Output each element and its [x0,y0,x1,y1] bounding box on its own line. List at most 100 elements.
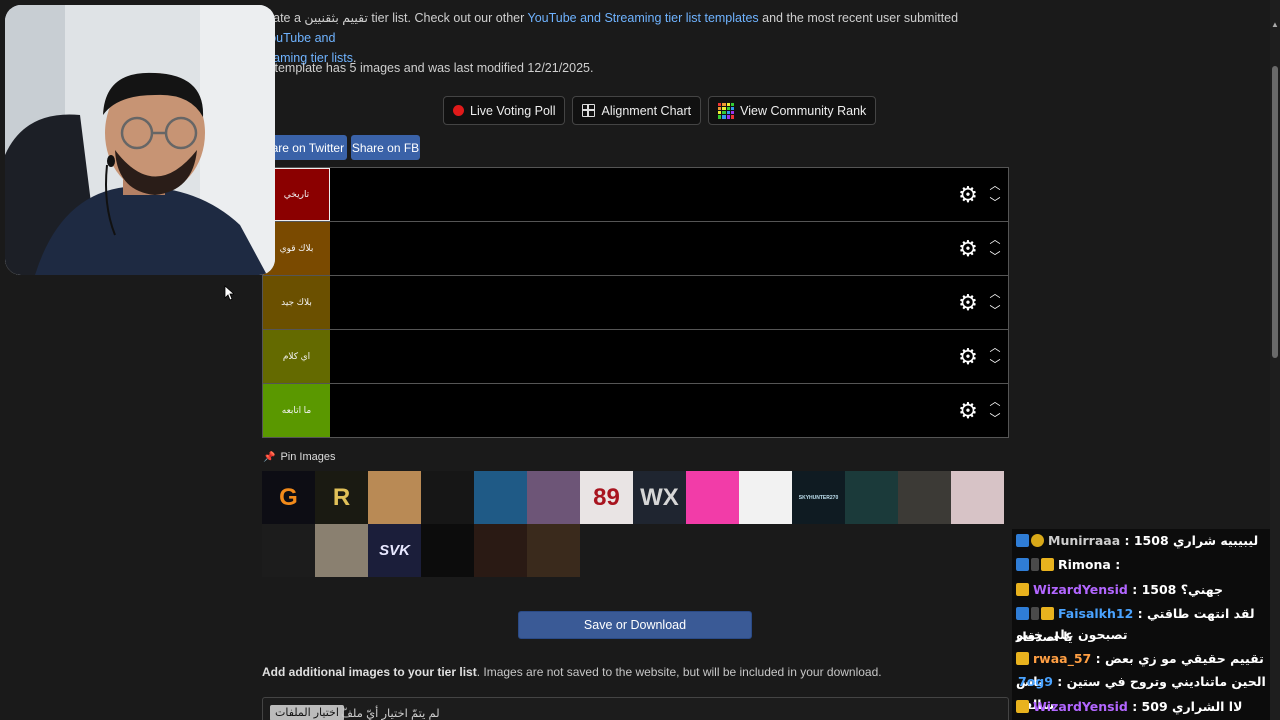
pool-image-hooded-figure[interactable] [898,471,951,524]
file-status: لم يتمّ اختيار أيّ ملفّ [341,708,440,720]
tier-row: بلاك قوي ⚙ ︿ ﹀ [263,222,1008,276]
pool-image-purple-ship[interactable] [527,471,580,524]
chevron-down-icon[interactable]: ﹀ [990,359,1001,371]
chevron-up-icon[interactable]: ︿ [990,396,1001,408]
crown-badge-icon [1041,558,1054,571]
prime-badge-icon [1016,558,1029,571]
add-images-text: Add additional images to your tier list.… [262,665,882,679]
file-upload: اختيار الملفات لم يتمّ اختيار أيّ ملفّ [262,697,1009,720]
tier-controls: ⚙ ︿ ﹀ [954,222,1008,275]
pool-image-anime-character[interactable] [951,471,1004,524]
tier-drop-area[interactable] [330,330,954,383]
gift-badge-icon [1031,534,1044,547]
crown-badge-icon [1016,700,1029,713]
pin-icon: 📌 [263,451,276,463]
save-download-button[interactable]: Save or Download [518,611,752,639]
pin-images-toggle[interactable]: 📌 Pin Images [263,451,335,463]
prime-badge-icon [1016,607,1029,620]
intro-text: and the most recent user submitted [758,11,959,25]
pool-image-wx-logo[interactable]: WX [633,471,686,524]
gear-icon[interactable]: ⚙ [954,183,982,206]
chevron-down-icon[interactable]: ﹀ [990,251,1001,263]
tier-label[interactable]: اي كلام [263,330,330,383]
button-label: View Community Rank [740,103,867,118]
chat-username[interactable]: Rimona [1058,557,1111,572]
chat-username[interactable]: rwaa_57 [1033,651,1091,666]
chat-message: WizardYensid : جهني؟ 1508 [1016,578,1266,601]
gear-icon[interactable]: ⚙ [954,345,982,368]
gear-icon[interactable]: ⚙ [954,291,982,314]
pool-image-wolf-logo[interactable] [421,524,474,577]
pool-image-89-logo[interactable]: 89 [580,471,633,524]
pool-image-blue-scene[interactable] [474,471,527,524]
add-images-heading: Add additional images to your tier list [262,665,477,679]
pool-image-gold-emblem[interactable] [421,471,474,524]
chevron-up-icon[interactable]: ︿ [990,180,1001,192]
tier-drop-area[interactable] [330,384,954,437]
pool-image-game-character[interactable] [527,524,580,577]
tier-row: تاريخي ⚙ ︿ ﹀ [263,168,1008,222]
pool-image-brown-logo[interactable] [474,524,527,577]
add-images-note: . Images are not saved to the website, b… [476,665,882,679]
chevron-down-icon[interactable]: ﹀ [990,413,1001,425]
community-rank-button[interactable]: View Community Rank [708,96,877,125]
pool-image-r-logo[interactable]: R [315,471,368,524]
bolt-badge-icon [1031,558,1039,571]
chevron-up-icon[interactable]: ︿ [990,288,1001,300]
stream-chat: Munirraaa : 1508 ليبيبيه شراري Rimona : W… [1012,529,1270,720]
chat-message: Munirraaa : 1508 ليبيبيه شراري [1016,529,1266,552]
tier-controls: ⚙ ︿ ﹀ [954,384,1008,437]
chat-message: تصبحون على خيبر [1016,623,1266,646]
chevron-down-icon[interactable]: ﹀ [990,197,1001,209]
share-fb-button[interactable]: Share on FB [351,135,420,160]
chat-text: : 1508 ليبيبيه شراري [1120,533,1259,548]
chevron-down-icon[interactable]: ﹀ [990,305,1001,317]
pool-image-cartoon-animal[interactable] [368,471,421,524]
tier-label[interactable]: بلاك جيد [263,276,330,329]
tier-row: اي كلام ⚙ ︿ ﹀ [263,330,1008,384]
chat-username[interactable]: WizardYensid [1033,699,1128,714]
pool-image-pink-monkey[interactable] [686,471,739,524]
pool-image-red-logo[interactable] [262,524,315,577]
pool-image-svk-logo[interactable]: SVK [368,524,421,577]
chevron-up-icon[interactable]: ︿ [990,342,1001,354]
pool-image-text: 89 [593,483,620,511]
prime-badge-icon [1016,534,1029,547]
chat-username[interactable]: WizardYensid [1033,582,1128,597]
template-title: تقييم بثقنيين [304,11,368,25]
crown-badge-icon [1016,652,1029,665]
templates-link[interactable]: YouTube and Streaming tier list template… [528,11,759,25]
choose-files-button[interactable]: اختيار الملفات [270,705,344,720]
pool-image-bw-face[interactable] [739,471,792,524]
scrollbar-thumb[interactable] [1272,66,1278,358]
image-pool: G R 89 WX SKYHUNTER270 SVK [262,471,1009,577]
pool-image-text: G [279,483,298,511]
record-icon [453,105,464,116]
tier-grid-icon [718,102,735,119]
button-label: Live Voting Poll [470,103,556,118]
tier-label[interactable]: ما اتابعه [263,384,330,437]
tier-drop-area[interactable] [330,276,954,329]
tier-drop-area[interactable] [330,168,954,221]
pool-image-teal-emblem[interactable] [845,471,898,524]
chat-username[interactable]: Faisalkh12 [1058,606,1133,621]
pool-image-g-logo[interactable]: G [262,471,315,524]
tier-controls: ⚙ ︿ ﹀ [954,168,1008,221]
gear-icon[interactable]: ⚙ [954,237,982,260]
live-voting-poll-button[interactable]: Live Voting Poll [443,96,566,125]
pool-image-armored-warrior[interactable] [315,524,368,577]
bolt-badge-icon [1031,607,1039,620]
chat-text: : جهني؟ 1508 [1127,582,1223,597]
pool-image-text: SVK [379,542,410,559]
alignment-chart-button[interactable]: Alignment Chart [572,96,702,125]
pool-image-skyhunter-logo[interactable]: SKYHUNTER270 [792,471,845,524]
gear-icon[interactable]: ⚙ [954,399,982,422]
template-info: is template has 5 images and was last mo… [262,61,594,75]
chat-message: Rimona : [1016,553,1266,576]
chat-username[interactable]: 7og9 [1018,674,1053,689]
crown-badge-icon [1041,607,1054,620]
scroll-up-icon[interactable]: ▲ [1271,20,1279,29]
tier-drop-area[interactable] [330,222,954,275]
chat-username[interactable]: Munirraaa [1048,533,1120,548]
chevron-up-icon[interactable]: ︿ [990,234,1001,246]
